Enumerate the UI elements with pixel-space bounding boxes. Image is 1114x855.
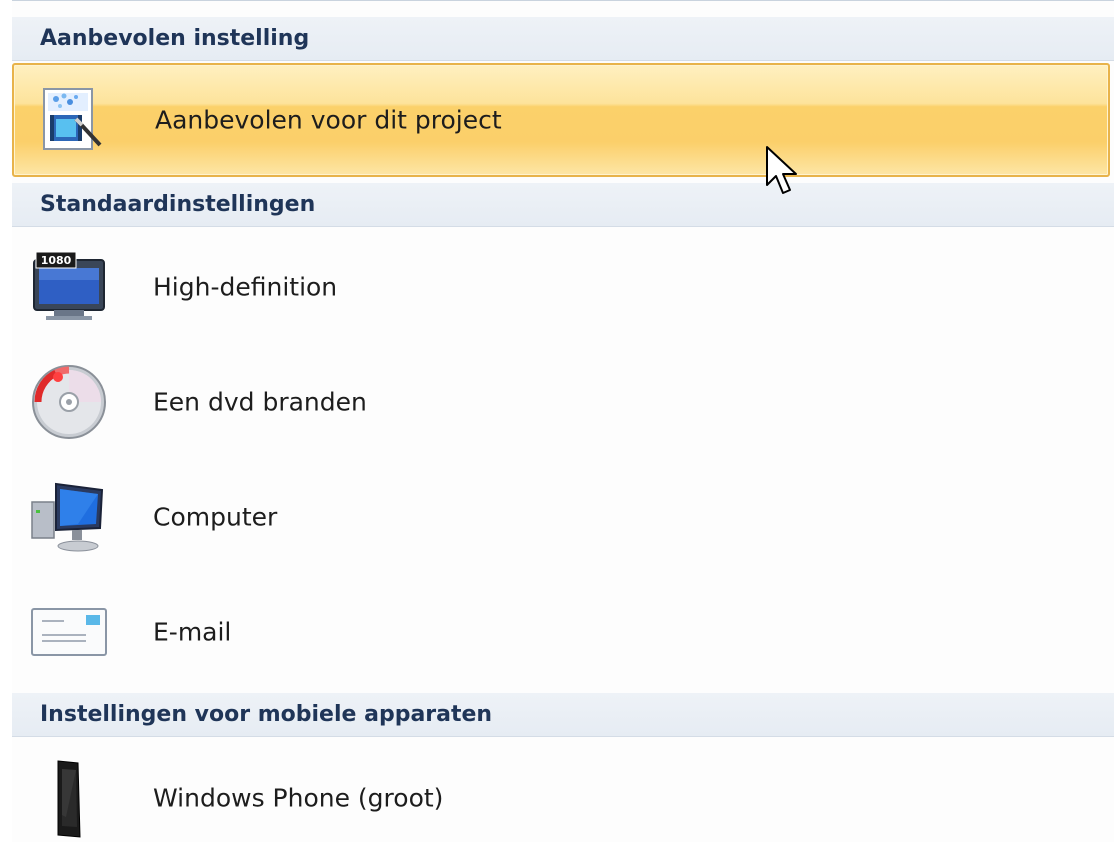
mouse-cursor-icon xyxy=(765,145,801,197)
recommended-project-icon xyxy=(30,79,112,161)
section-header-standard: Standaardinstellingen xyxy=(12,183,1114,227)
menu-item-label: Windows Phone (groot) xyxy=(153,783,444,813)
menu-item-label: Aanbevolen voor dit project xyxy=(155,105,502,135)
menu-item-high-definition[interactable]: 1080 High-definition xyxy=(12,230,1110,344)
menu-item-email[interactable]: E-mail xyxy=(12,575,1110,689)
email-icon xyxy=(28,591,110,673)
hd-badge: 1080 xyxy=(41,254,72,267)
menu-item-computer[interactable]: Computer xyxy=(12,460,1110,574)
export-settings-menu: Aanbevolen instelling Aanbevolen voor di… xyxy=(12,0,1114,842)
menu-item-burn-dvd[interactable]: Een dvd branden xyxy=(12,345,1110,459)
section-header-recommended: Aanbevolen instelling xyxy=(12,17,1114,61)
menu-item-label: Computer xyxy=(153,502,278,532)
menu-item-label: E-mail xyxy=(153,617,232,647)
section-header-mobile: Instellingen voor mobiele apparaten xyxy=(12,693,1114,737)
menu-item-windows-phone-large[interactable]: Windows Phone (groot) xyxy=(12,741,1110,855)
windows-phone-icon xyxy=(28,757,110,839)
dvd-burn-icon xyxy=(28,361,110,443)
hd-tv-icon: 1080 xyxy=(28,246,110,328)
menu-item-label: High-definition xyxy=(153,272,338,302)
computer-icon xyxy=(28,476,110,558)
menu-item-recommended-project[interactable]: Aanbevolen voor dit project xyxy=(12,63,1110,177)
menu-item-label: Een dvd branden xyxy=(153,387,367,417)
